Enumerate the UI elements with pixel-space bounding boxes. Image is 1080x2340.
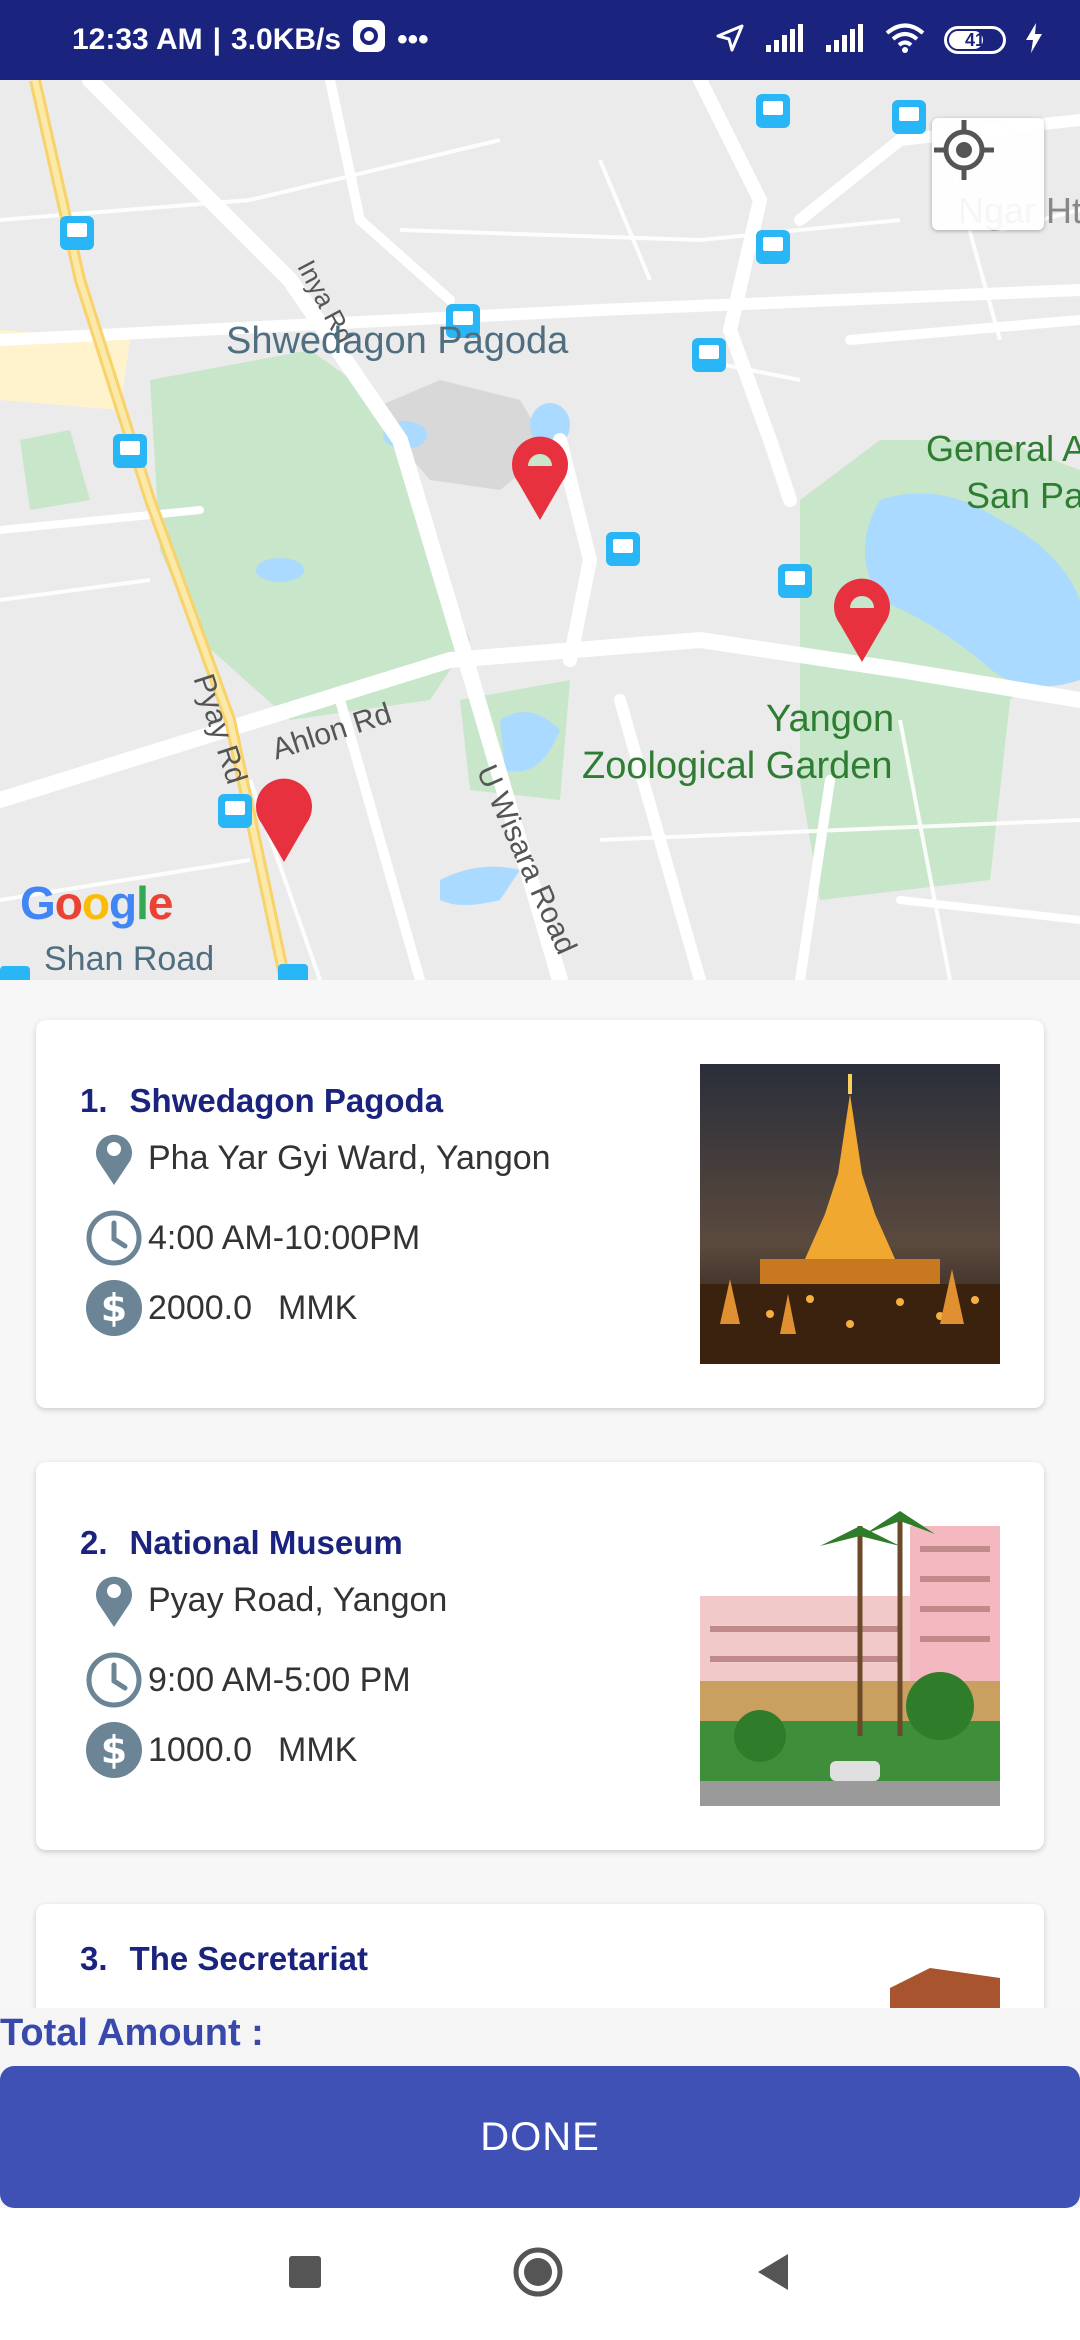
- place-address: Pyay Road, Yangon: [148, 1580, 448, 1619]
- screen-record-icon: [351, 18, 387, 62]
- place-address-row: Pyay Road, Yangon: [84, 1570, 447, 1630]
- square-icon: [289, 2256, 321, 2288]
- place-hours: 4:00 AM-10:00PM: [148, 1218, 421, 1257]
- system-nav-bar: [0, 2208, 1080, 2340]
- map-background: [0, 80, 1080, 980]
- clock-icon: [84, 1208, 144, 1268]
- place-title: 3. The Secretariat: [80, 1940, 368, 1978]
- status-separator: |: [212, 23, 222, 56]
- home-button[interactable]: [512, 2246, 564, 2302]
- location-pin-icon: [84, 1128, 144, 1188]
- charging-icon: [1024, 22, 1044, 58]
- map-view[interactable]: Inya Rd Shwedagon Pagoda General A San P…: [0, 80, 1080, 980]
- secretariat-image: [700, 1948, 1000, 2008]
- place-address: Pha Yar Gyi Ward, Yangon: [148, 1138, 551, 1177]
- recents-button[interactable]: [288, 2255, 322, 2293]
- national-museum-image: [700, 1506, 1000, 1806]
- svg-text:$: $: [101, 1728, 127, 1772]
- back-button[interactable]: [754, 2252, 792, 2296]
- done-button[interactable]: DONE: [0, 2066, 1080, 2208]
- map-pin-zoo[interactable]: [830, 574, 894, 664]
- status-right: 41: [714, 0, 1044, 80]
- battery-level: 41: [964, 29, 986, 50]
- place-currency: MMK: [278, 1288, 358, 1327]
- place-address-row: Pha Yar Gyi Ward, Yangon: [84, 1128, 551, 1188]
- network-speed: 3.0KB/s: [231, 23, 342, 56]
- place-card[interactable]: 2. National Museum Pyay Road, Yangon 9:0…: [36, 1462, 1044, 1850]
- location-arrow-icon: [714, 22, 746, 58]
- battery-icon: 41: [944, 26, 1006, 54]
- map-pin-national-museum[interactable]: [252, 774, 316, 864]
- place-index: 1.: [80, 1082, 108, 1119]
- back-triangle-icon: [758, 2254, 788, 2290]
- circle-icon: [513, 2247, 563, 2297]
- wifi-icon: [884, 22, 926, 58]
- location-pin-icon: [84, 1570, 144, 1630]
- place-price: 2000.0: [148, 1288, 252, 1327]
- map-pin-shwedagon[interactable]: [508, 432, 572, 522]
- place-price: 1000.0: [148, 1730, 252, 1769]
- place-title: 1. Shwedagon Pagoda: [80, 1082, 443, 1120]
- shwedagon-pagoda-image: [700, 1064, 1000, 1364]
- crosshair-icon: [934, 120, 994, 180]
- clock-icon: [84, 1650, 144, 1710]
- map-label-shwedagon: Shwedagon Pagoda: [226, 320, 569, 362]
- place-name: The Secretariat: [129, 1940, 368, 1977]
- status-bar: 12:33 AM | 3.0KB/s ••• 41: [0, 0, 1080, 80]
- place-currency: MMK: [278, 1730, 358, 1769]
- more-notifications-icon: •••: [397, 23, 429, 56]
- status-time: 12:33 AM: [72, 23, 203, 56]
- total-amount-label: Total Amount :: [0, 2012, 264, 2054]
- map-label-yangon: Yangon: [766, 698, 895, 740]
- place-price-row: $ 1000.0 MMK: [84, 1720, 357, 1780]
- place-title: 2. National Museum: [80, 1524, 403, 1562]
- status-left: 12:33 AM | 3.0KB/s •••: [72, 0, 429, 80]
- signal-icon-2: [824, 23, 866, 57]
- map-label-zoo: Zoological Garden: [582, 745, 893, 787]
- place-price-row: $ 2000.0 MMK: [84, 1278, 357, 1338]
- dollar-icon: $: [84, 1278, 144, 1338]
- place-index: 3.: [80, 1940, 108, 1977]
- place-name: National Museum: [129, 1524, 403, 1561]
- svg-text:$: $: [101, 1286, 127, 1330]
- place-name: Shwedagon Pagoda: [129, 1082, 444, 1119]
- place-hours-row: 4:00 AM-10:00PM: [84, 1208, 420, 1268]
- place-index: 2.: [80, 1524, 108, 1561]
- map-label-shan-road: Shan Road: [44, 940, 215, 978]
- my-location-button[interactable]: [932, 118, 1044, 230]
- google-logo: Google: [20, 877, 173, 929]
- place-hours: 9:00 AM-5:00 PM: [148, 1660, 411, 1699]
- place-card[interactable]: 3. The Secretariat: [36, 1904, 1044, 2008]
- places-list[interactable]: 1. Shwedagon Pagoda Pha Yar Gyi Ward, Ya…: [0, 980, 1080, 2008]
- place-hours-row: 9:00 AM-5:00 PM: [84, 1650, 411, 1710]
- dollar-icon: $: [84, 1720, 144, 1780]
- map-label-general: General A: [926, 428, 1080, 469]
- signal-icon-1: [764, 23, 806, 57]
- place-card[interactable]: 1. Shwedagon Pagoda Pha Yar Gyi Ward, Ya…: [36, 1020, 1044, 1408]
- map-label-san-pa: San Pa: [966, 475, 1080, 516]
